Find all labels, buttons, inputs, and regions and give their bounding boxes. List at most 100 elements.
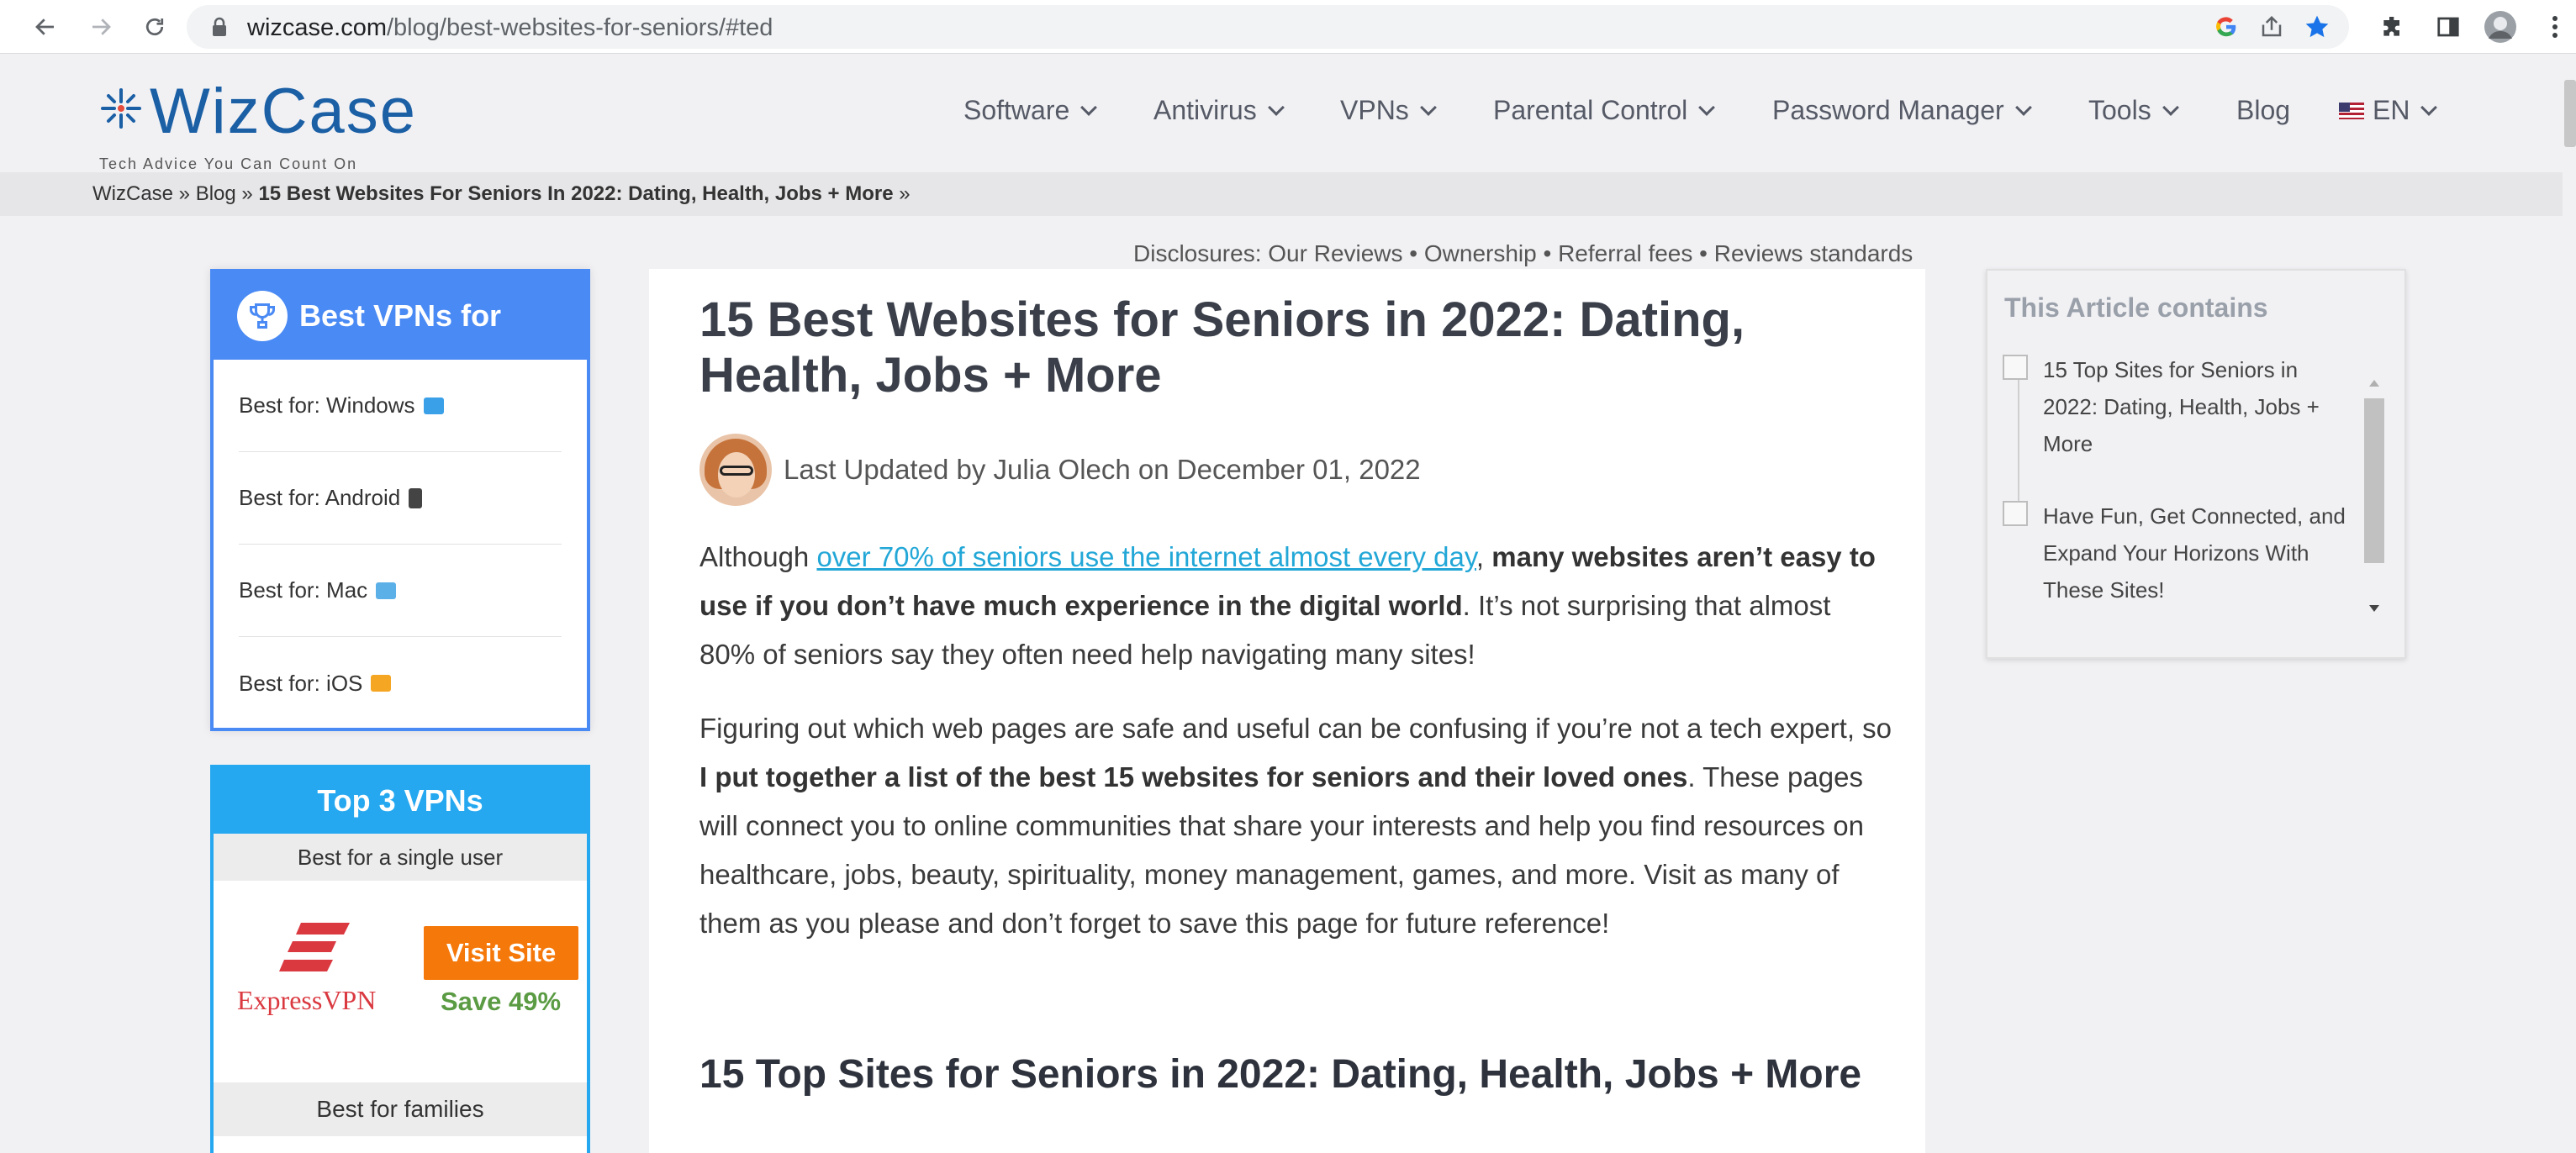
chevron-down-icon bbox=[1080, 98, 1098, 116]
table-of-contents: This Article contains 15 Top Sites for S… bbox=[1986, 269, 2406, 659]
chevron-down-icon bbox=[2162, 98, 2179, 116]
category-label: Best for a single user bbox=[214, 834, 587, 881]
best-for-label: Best for: iOS bbox=[239, 670, 363, 696]
breadcrumb: WizCase » Blog » 15 Best Websites For Se… bbox=[0, 172, 2563, 216]
menu-tools[interactable]: Tools bbox=[2088, 95, 2179, 126]
menu-label: Software bbox=[963, 95, 1070, 125]
vpn-offer: ExpressVPN Visit Site Save 49% bbox=[214, 881, 587, 1082]
menu-antivirus[interactable]: Antivirus bbox=[1153, 95, 1285, 126]
article-title: 15 Best Websites for Seniors in 2022: Da… bbox=[699, 292, 1745, 403]
best-vpns-widget: Best VPNs for Best for: Windows Best for… bbox=[210, 269, 590, 731]
text-run: Although bbox=[699, 541, 817, 572]
breadcrumb-separator: » bbox=[235, 182, 259, 205]
site-header: WizCase Tech Advice You Can Count On Sof… bbox=[0, 55, 2563, 172]
url-domain: wizcase.com bbox=[247, 14, 387, 41]
menu-parental-control[interactable]: Parental Control bbox=[1493, 95, 1716, 126]
best-for-ios[interactable]: Best for: iOS bbox=[239, 637, 562, 729]
best-for-android[interactable]: Best for: Android bbox=[239, 452, 562, 545]
best-for-label: Best for: Android bbox=[239, 485, 401, 510]
toc-item[interactable]: Have Fun, Get Connected, and Expand Your… bbox=[2003, 498, 2356, 608]
chevron-down-icon bbox=[2014, 98, 2032, 116]
browser-toolbar: wizcase.com/blog/best-websites-for-senio… bbox=[0, 0, 2576, 54]
menu-vpns[interactable]: VPNs bbox=[1340, 95, 1437, 126]
scroll-up-icon[interactable] bbox=[2369, 380, 2379, 387]
best-for-windows[interactable]: Best for: Windows bbox=[239, 360, 562, 452]
forward-button[interactable] bbox=[81, 7, 121, 47]
extensions-icon[interactable] bbox=[2376, 10, 2410, 44]
top-vpns-title: Top 3 VPNs bbox=[214, 768, 587, 834]
menu-label: Antivirus bbox=[1153, 95, 1257, 125]
menu-label: Tools bbox=[2088, 95, 2151, 125]
arrow-right-icon bbox=[92, 18, 111, 35]
menu-software[interactable]: Software bbox=[963, 95, 1098, 126]
last-updated-text: Last Updated by Julia Olech on December … bbox=[784, 454, 1421, 485]
text-run: Figuring out which web pages are safe an… bbox=[699, 713, 1892, 744]
text-run: , bbox=[1475, 541, 1492, 572]
chevron-down-icon bbox=[1698, 98, 1716, 116]
language-selector[interactable]: EN bbox=[2339, 95, 2438, 126]
reload-button[interactable] bbox=[135, 7, 175, 47]
menu-label: Parental Control bbox=[1493, 95, 1688, 125]
laptop-icon bbox=[376, 582, 397, 599]
toc-item-label: Have Fun, Get Connected, and Expand Your… bbox=[2043, 503, 2346, 603]
toc-checkbox[interactable] bbox=[2003, 355, 2028, 380]
share-icon[interactable] bbox=[2257, 12, 2287, 42]
menu-blog[interactable]: Blog bbox=[2236, 95, 2290, 126]
article-card: 15 Best Websites for Seniors in 2022: Da… bbox=[649, 269, 1925, 1153]
menu-password-manager[interactable]: Password Manager bbox=[1772, 95, 2032, 126]
monitor-icon bbox=[423, 397, 444, 414]
author-line: Last Updated by Julia Olech on December … bbox=[699, 434, 1421, 506]
scroll-down-icon[interactable] bbox=[2369, 605, 2379, 612]
breadcrumb-blog[interactable]: Blog bbox=[196, 182, 236, 205]
arrow-left-icon bbox=[35, 18, 54, 35]
toc-title: This Article contains bbox=[2004, 292, 2268, 323]
best-for-label: Best for: Windows bbox=[239, 392, 415, 418]
address-bar[interactable]: wizcase.com/blog/best-websites-for-senio… bbox=[187, 5, 2349, 49]
bookmark-star-icon[interactable] bbox=[2302, 12, 2332, 42]
trophy-icon bbox=[237, 291, 288, 341]
toc-item[interactable]: 15 Top Sites for Seniors in 2022: Dating… bbox=[2003, 351, 2356, 462]
language-label: EN bbox=[2373, 95, 2410, 125]
visit-site-button[interactable]: Visit Site bbox=[424, 926, 578, 980]
provider-name: ExpressVPN bbox=[237, 985, 377, 1015]
chevron-down-icon bbox=[1267, 98, 1285, 116]
menu-label: Blog bbox=[2236, 95, 2291, 125]
toc-checkbox[interactable] bbox=[2003, 501, 2028, 526]
reload-icon bbox=[145, 18, 164, 36]
discount-label: Save 49% bbox=[441, 987, 562, 1016]
toc-item-label: 15 Top Sites for Seniors in 2022: Dating… bbox=[2043, 357, 2320, 456]
side-panel-icon[interactable] bbox=[2431, 10, 2465, 44]
top-vpns-widget: Top 3 VPNs Best for a single user Expres… bbox=[210, 765, 590, 1153]
expressvpn-logo-icon bbox=[279, 923, 350, 971]
section-heading: 15 Top Sites for Seniors in 2022: Dating… bbox=[699, 1052, 1862, 1097]
url-text: wizcase.com/blog/best-websites-for-senio… bbox=[247, 14, 773, 42]
category-label: Best for families bbox=[214, 1082, 587, 1136]
best-vpns-title: Best VPNs for bbox=[299, 298, 502, 333]
breadcrumb-separator: » bbox=[173, 182, 196, 205]
author-avatar[interactable] bbox=[699, 434, 772, 506]
toc-scroll-thumb[interactable] bbox=[2364, 398, 2384, 563]
logo-tagline: Tech Advice You Can Count On bbox=[99, 155, 358, 172]
google-icon[interactable] bbox=[2211, 12, 2241, 42]
phone-icon bbox=[409, 487, 423, 508]
back-button[interactable] bbox=[25, 7, 66, 47]
best-for-mac[interactable]: Best for: Mac bbox=[239, 545, 562, 637]
stats-link[interactable]: over 70% of seniors use the internet alm… bbox=[816, 541, 1475, 572]
profile-avatar-icon[interactable] bbox=[2484, 10, 2517, 44]
bold-text: I put together a list of the best 15 web… bbox=[699, 761, 1688, 792]
ios-icon bbox=[371, 675, 392, 692]
chevron-down-icon bbox=[2420, 98, 2438, 116]
second-paragraph: Figuring out which web pages are safe an… bbox=[699, 704, 1893, 948]
us-flag-icon bbox=[2339, 102, 2364, 119]
browser-menu-icon[interactable] bbox=[2542, 10, 2568, 44]
breadcrumb-home[interactable]: WizCase bbox=[92, 182, 173, 205]
breadcrumb-current: 15 Best Websites For Seniors In 2022: Da… bbox=[258, 182, 894, 205]
menu-label: Password Manager bbox=[1772, 95, 2004, 125]
page-scrollbar[interactable] bbox=[2564, 80, 2576, 147]
best-vpns-header: Best VPNs for bbox=[214, 272, 587, 360]
intro-paragraph: Although over 70% of seniors use the int… bbox=[699, 533, 1893, 679]
toc-scrollbar[interactable] bbox=[2362, 380, 2386, 632]
disclosures-links[interactable]: Disclosures: Our Reviews • Ownership • R… bbox=[1133, 240, 1913, 267]
url-path: /blog/best-websites-for-seniors/#ted bbox=[387, 14, 773, 41]
lock-icon bbox=[213, 17, 226, 36]
